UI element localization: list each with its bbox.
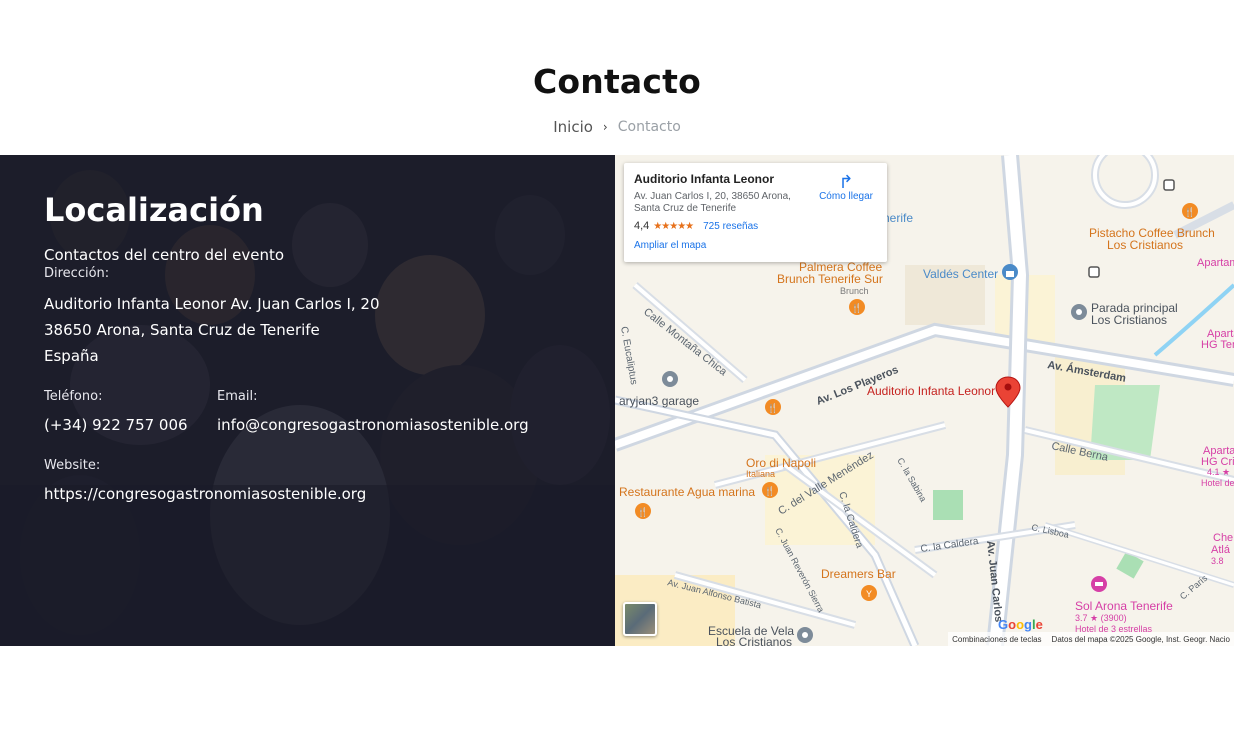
lock-icon[interactable] <box>1002 264 1018 280</box>
map-attribution: Combinaciones de teclas Datos del mapa ©… <box>948 632 1234 646</box>
location-content: Localización Contactos del centro del ev… <box>0 155 615 646</box>
google-logo: Google <box>998 617 1043 632</box>
map-label: Apartam <box>1197 257 1234 269</box>
location-subtitle: Contactos del centro del evento <box>44 246 285 265</box>
enlarge-map-link[interactable]: Ampliar el mapa <box>634 240 877 251</box>
map-label: Auditorio Infanta Leonor <box>867 384 995 398</box>
location-panel: Localización Contactos del centro del ev… <box>0 155 615 646</box>
map-label: HG Tene <box>1201 339 1234 351</box>
map-label: Brunch <box>840 286 869 296</box>
address-line: España <box>44 347 99 366</box>
restaurant-icon[interactable]: 🍴 <box>635 503 651 519</box>
restaurant-icon[interactable]: 🍴 <box>762 482 778 498</box>
keyboard-shortcuts-link[interactable]: Combinaciones de teclas <box>952 635 1041 644</box>
address: Auditorio Infanta Leonor Av. Juan Carlos… <box>44 291 615 369</box>
map-label: 4.1 ★ <box>1207 467 1230 477</box>
svg-text:Y: Y <box>866 589 872 599</box>
phone-value[interactable]: (+34) 922 757 006 <box>44 416 217 434</box>
email-value[interactable]: info@congresogastronomiasostenible.org <box>217 416 529 434</box>
svg-text:🍴: 🍴 <box>637 506 648 518</box>
bus-icon[interactable] <box>1163 179 1175 191</box>
map-label: 3.8 <box>1211 556 1224 566</box>
rating-stars-icon: ★★★★★ <box>653 220 694 232</box>
directions-label: Cómo llegar <box>819 191 873 202</box>
map-label: Dreamers Bar <box>821 567 896 581</box>
bus-stop-icon[interactable] <box>797 627 813 643</box>
svg-text:🍴: 🍴 <box>764 485 775 497</box>
map-label: Valdés Center <box>923 267 998 281</box>
satellite-toggle-button[interactable] <box>623 602 657 636</box>
contact-section: Localización Contactos del centro del ev… <box>0 155 1234 646</box>
website-value[interactable]: https://congresogastronomiasostenible.or… <box>44 485 615 503</box>
map-label: aryjan3 garage <box>619 394 699 408</box>
map-label: Restaurante Agua marina <box>619 485 755 499</box>
email-block: Email: info@congresogastronomiasostenibl… <box>217 389 529 434</box>
address-line: Auditorio Infanta Leonor Av. Juan Carlos… <box>44 295 380 314</box>
map-label: Sol Arona Tenerife <box>1075 599 1173 613</box>
map-label: Atlá <box>1211 544 1231 556</box>
restaurant-icon[interactable]: 🍴 <box>849 299 865 315</box>
breadcrumb: Inicio › Contacto <box>0 118 1234 136</box>
restaurant-icon[interactable]: 🍴 <box>1182 203 1198 219</box>
directions-icon: ↱ <box>838 172 854 192</box>
rating-value: 4,4 <box>634 220 650 232</box>
address-line: 38650 Arona, Santa Cruz de Tenerife <box>44 321 320 340</box>
map-label: Hotel de 3 <box>1201 478 1234 488</box>
map-label: Che <box>1213 532 1233 544</box>
map-label: Los Cristianos <box>1091 313 1167 327</box>
location-title: Localización <box>44 191 264 229</box>
svg-text:🍴: 🍴 <box>851 302 862 314</box>
restaurant-icon[interactable]: 🍴 <box>765 399 781 415</box>
svg-text:🍴: 🍴 <box>767 402 778 414</box>
map-label: nerife <box>883 211 913 225</box>
breadcrumb-home-link[interactable]: Inicio <box>553 118 593 136</box>
directions-button[interactable]: ↱ Cómo llegar <box>819 173 873 202</box>
bar-icon[interactable]: Y <box>861 585 877 601</box>
map-label: 3.7 ★ (3900) <box>1075 613 1127 623</box>
reviews-link[interactable]: 725 reseñas <box>703 221 758 232</box>
map-label: Los Cristianos <box>1107 238 1183 252</box>
phone-label: Teléfono: <box>44 389 103 405</box>
bus-stop-icon[interactable] <box>1071 304 1087 320</box>
hotel-icon[interactable] <box>1091 576 1107 592</box>
map-label: Oro di Napoli <box>746 456 816 470</box>
embedded-map[interactable]: Calle Montaña Chica C. Eucaliptus Av. Lo… <box>615 155 1234 646</box>
website-block: Website: https://congresogastronomiasost… <box>44 458 615 503</box>
bus-icon[interactable] <box>1088 266 1100 278</box>
phone-block: Teléfono: (+34) 922 757 006 <box>44 389 217 434</box>
place-address: Av. Juan Carlos I, 20, 38650 Arona, Sant… <box>634 191 791 214</box>
map-data-credit[interactable]: Datos del mapa ©2025 Google, Inst. Geogr… <box>1052 635 1230 644</box>
email-label: Email: <box>217 389 258 405</box>
address-label: Dirección: <box>44 266 110 282</box>
svg-text:🍴: 🍴 <box>1184 206 1195 218</box>
page-header: Contacto Inicio › Contacto <box>0 0 1234 155</box>
bus-stop-icon[interactable] <box>662 371 678 387</box>
place-info-card: Auditorio Infanta Leonor Av. Juan Carlos… <box>624 163 887 262</box>
place-rating: 4,4 ★★★★★ 725 reseñas <box>634 220 877 232</box>
breadcrumb-current: Contacto <box>617 119 681 135</box>
chevron-right-icon: › <box>602 120 608 134</box>
page-title: Contacto <box>532 62 702 101</box>
map-label: Los Cristianos <box>716 635 792 646</box>
contact-row: Teléfono: (+34) 922 757 006 Email: info@… <box>44 389 615 434</box>
map-label: Italiana <box>746 469 775 479</box>
website-label: Website: <box>44 458 101 474</box>
map-label: Brunch Tenerife Sur <box>777 272 883 286</box>
